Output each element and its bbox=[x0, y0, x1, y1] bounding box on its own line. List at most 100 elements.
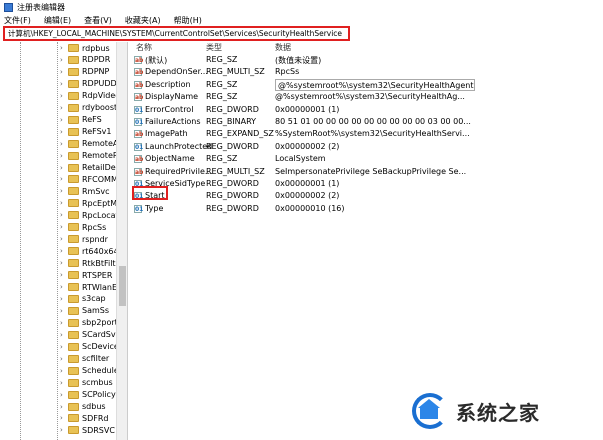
expand-arrow-icon[interactable]: › bbox=[60, 140, 68, 148]
tree-item[interactable]: › RDPNP bbox=[60, 66, 109, 78]
expand-arrow-icon[interactable]: › bbox=[60, 307, 68, 315]
tree-item-label: RDPNP bbox=[82, 67, 110, 77]
menu-file[interactable]: 文件(F) bbox=[4, 15, 31, 26]
tree-item[interactable]: › SCardSvr bbox=[60, 329, 119, 341]
column-header-name[interactable]: 名称 bbox=[136, 42, 152, 53]
expand-arrow-icon[interactable]: › bbox=[60, 116, 68, 124]
folder-icon bbox=[68, 259, 79, 268]
expand-arrow-icon[interactable]: › bbox=[60, 44, 68, 52]
tree-item-label: RTWlanE bbox=[82, 282, 118, 292]
tree-item[interactable]: › RDPDR bbox=[60, 54, 110, 66]
tree-scroll-thumb[interactable] bbox=[119, 266, 126, 306]
tree-item[interactable]: › RDPUDD bbox=[60, 78, 117, 90]
expand-arrow-icon[interactable]: › bbox=[60, 247, 68, 255]
menu-help[interactable]: 帮助(H) bbox=[174, 15, 202, 26]
expand-arrow-icon[interactable]: › bbox=[60, 104, 68, 112]
tree-item[interactable]: › RpcEptMa bbox=[60, 197, 122, 209]
folder-icon bbox=[68, 342, 79, 351]
tree-item[interactable]: › Schedule bbox=[60, 365, 119, 377]
tree-item[interactable]: › sbp2port bbox=[60, 317, 118, 329]
expand-arrow-icon[interactable]: › bbox=[60, 414, 68, 422]
expand-arrow-icon[interactable]: › bbox=[60, 175, 68, 183]
tree-item[interactable]: › scmbus bbox=[60, 377, 113, 389]
tree-item[interactable]: › s3cap bbox=[60, 293, 106, 305]
tree-item[interactable]: › rdpbus bbox=[60, 42, 110, 54]
expand-arrow-icon[interactable]: › bbox=[60, 211, 68, 219]
value-row[interactable]: 01 LaunchProtected REG_DWORD 0x00000002 (2) bbox=[130, 141, 603, 153]
tree-item[interactable]: › RFCOMM bbox=[60, 173, 118, 185]
column-header-data[interactable]: 数据 bbox=[275, 42, 291, 53]
menu-edit[interactable]: 编辑(E) bbox=[44, 15, 71, 26]
expand-arrow-icon[interactable]: › bbox=[60, 355, 68, 363]
key-tree-pane[interactable]: › rdpbus › RDPDR › RDPNP › RDPUDD › RdpVideo › rdyb… bbox=[0, 42, 128, 440]
values-pane[interactable]: 名称 类型 数据 ab (默认) REG_SZ (数值未设置) ab DependOnSe… bbox=[130, 42, 603, 440]
tree-item[interactable]: › ScDeviceE bbox=[60, 341, 124, 353]
menu-view[interactable]: 查看(V) bbox=[84, 15, 112, 26]
expand-arrow-icon[interactable]: › bbox=[60, 367, 68, 375]
expand-arrow-icon[interactable]: › bbox=[60, 426, 68, 434]
value-row[interactable]: ab DisplayName REG_SZ @%systemroot%\system3… bbox=[130, 91, 603, 103]
value-row[interactable]: ab ObjectName REG_SZ LocalSystem bbox=[130, 153, 603, 165]
column-header-type[interactable]: 类型 bbox=[206, 42, 222, 53]
tree-item[interactable]: › ReFSv1 bbox=[60, 126, 111, 138]
value-row[interactable]: ab Description REG_SZ @%systemroot%\system3… bbox=[130, 78, 603, 91]
expand-arrow-icon[interactable]: › bbox=[60, 80, 68, 88]
folder-icon bbox=[68, 330, 79, 339]
value-row[interactable]: ab RequiredPrivile... REG_MULTI_SZ SeImpers… bbox=[130, 166, 603, 178]
expand-arrow-icon[interactable]: › bbox=[60, 319, 68, 327]
tree-scrollbar[interactable] bbox=[116, 42, 127, 440]
tree-item[interactable]: › RtkBtFilter bbox=[60, 257, 124, 269]
menu-favorites[interactable]: 收藏夹(A) bbox=[125, 15, 161, 26]
address-bar[interactable]: 计算机\HKEY_LOCAL_MACHINE\SYSTEM\CurrentCon… bbox=[3, 26, 350, 41]
value-row[interactable]: ab (默认) REG_SZ (数值未设置) bbox=[130, 54, 603, 66]
tree-item[interactable]: › SDRSVC bbox=[60, 424, 115, 436]
tree-item[interactable]: › RTSPER bbox=[60, 269, 112, 281]
expand-arrow-icon[interactable]: › bbox=[60, 403, 68, 411]
tree-item[interactable]: › rspndr bbox=[60, 233, 108, 245]
expand-arrow-icon[interactable]: › bbox=[60, 187, 68, 195]
value-data: 0x00000002 (2) bbox=[275, 191, 340, 201]
tree-item[interactable]: › ReFS bbox=[60, 114, 102, 126]
expand-arrow-icon[interactable]: › bbox=[60, 68, 68, 76]
expand-arrow-icon[interactable]: › bbox=[60, 379, 68, 387]
expand-arrow-icon[interactable]: › bbox=[60, 331, 68, 339]
value-row[interactable]: ab ImagePath REG_EXPAND_SZ %SystemRoot%\sys… bbox=[130, 128, 603, 140]
expand-arrow-icon[interactable]: › bbox=[60, 235, 68, 243]
tree-item[interactable]: › sdbus bbox=[60, 401, 106, 413]
tree-item[interactable]: › RetailDem bbox=[60, 162, 123, 174]
tree-item[interactable]: › RmSvc bbox=[60, 185, 110, 197]
tree-item[interactable]: › RpcSs bbox=[60, 221, 106, 233]
expand-arrow-icon[interactable]: › bbox=[60, 391, 68, 399]
expand-arrow-icon[interactable]: › bbox=[60, 223, 68, 231]
value-row[interactable]: 01 Type REG_DWORD 0x00000010 (16) bbox=[130, 203, 603, 215]
expand-arrow-icon[interactable]: › bbox=[60, 259, 68, 267]
tree-item[interactable]: › rdyboost bbox=[60, 102, 117, 114]
tree-item[interactable]: › SDFRd bbox=[60, 412, 108, 424]
tree-item[interactable]: › RemoteAc bbox=[60, 138, 123, 150]
tree-item[interactable]: › SamSs bbox=[60, 305, 109, 317]
expand-arrow-icon[interactable]: › bbox=[60, 152, 68, 160]
value-row[interactable]: ab DependOnSer... REG_MULTI_SZ RpcSs bbox=[130, 66, 603, 78]
tree-item[interactable]: › scfilter bbox=[60, 353, 109, 365]
value-row[interactable]: 01 ServiceSidType REG_DWORD 0x00000001 (1) bbox=[130, 178, 603, 190]
expand-arrow-icon[interactable]: › bbox=[60, 343, 68, 351]
expand-arrow-icon[interactable]: › bbox=[60, 271, 68, 279]
value-type: REG_DWORD bbox=[206, 203, 259, 213]
value-row[interactable]: 01 Start REG_DWORD 0x00000002 (2) bbox=[130, 190, 603, 202]
tree-item[interactable]: › RdpVideo bbox=[60, 90, 120, 102]
folder-icon bbox=[68, 235, 79, 244]
value-row[interactable]: 01 ErrorControl REG_DWORD 0x00000001 (1) bbox=[130, 104, 603, 116]
tree-item-label: rdpbus bbox=[82, 43, 110, 53]
expand-arrow-icon[interactable]: › bbox=[60, 56, 68, 64]
expand-arrow-icon[interactable]: › bbox=[60, 199, 68, 207]
tree-item[interactable]: › rt640x64 bbox=[60, 245, 119, 257]
expand-arrow-icon[interactable]: › bbox=[60, 283, 68, 291]
tree-item[interactable]: › RTWlanE bbox=[60, 281, 117, 293]
expand-arrow-icon[interactable]: › bbox=[60, 295, 68, 303]
expand-arrow-icon[interactable]: › bbox=[60, 164, 68, 172]
value-row[interactable]: 01 FailureActions REG_BINARY 80 51 01 00 00… bbox=[130, 116, 603, 128]
expand-arrow-icon[interactable]: › bbox=[60, 92, 68, 100]
tree-item[interactable]: › RpcLocato bbox=[60, 209, 124, 221]
expand-arrow-icon[interactable]: › bbox=[60, 128, 68, 136]
tree-item[interactable]: › RemoteRe bbox=[60, 150, 123, 162]
